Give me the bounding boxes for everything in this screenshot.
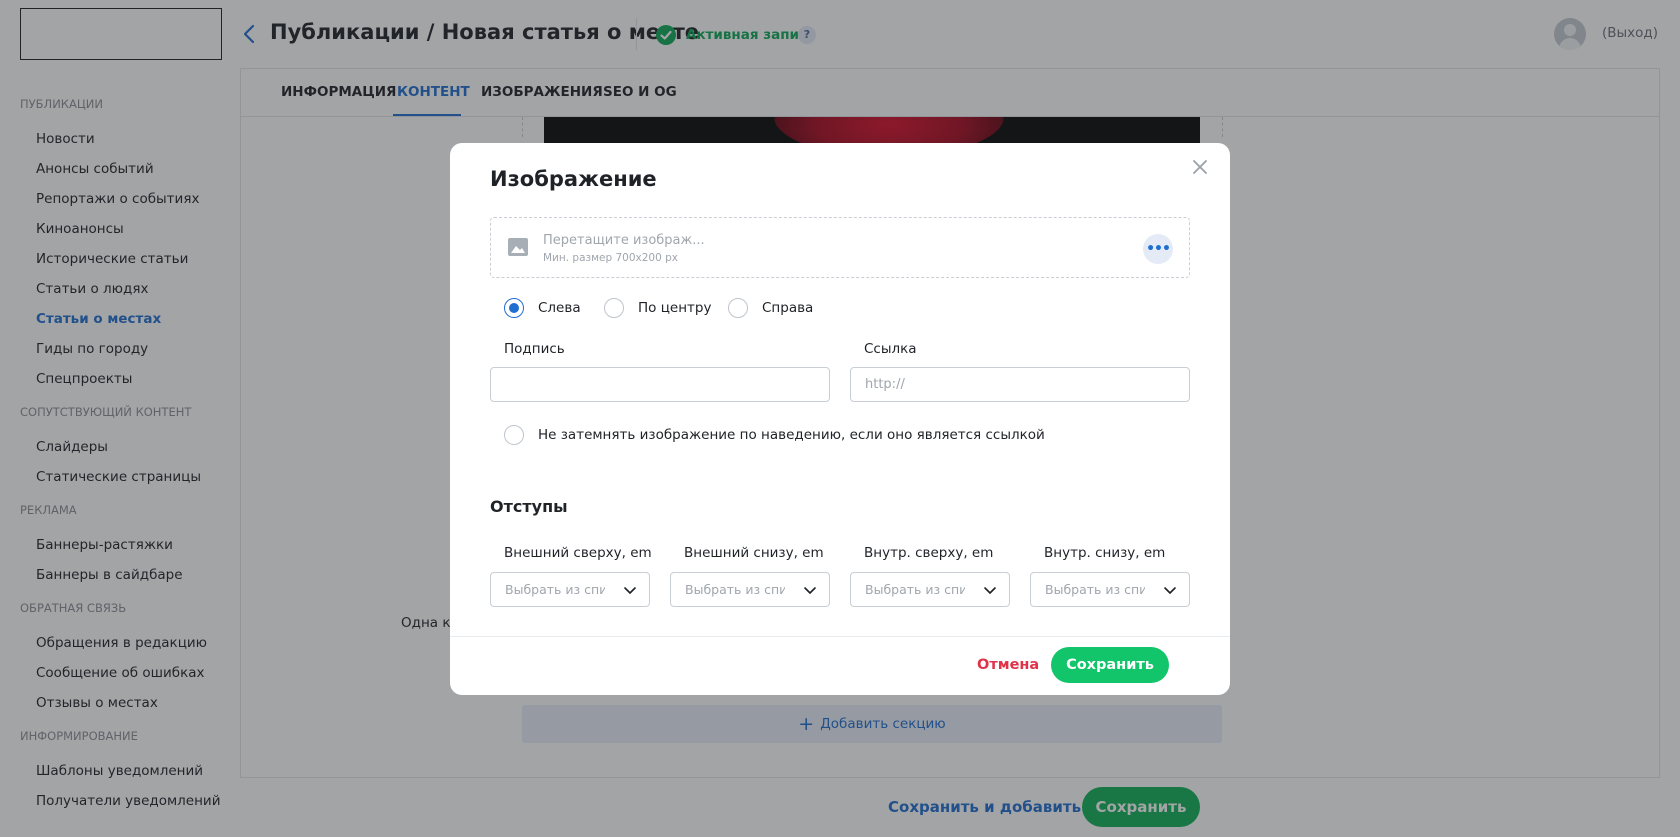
radio-circle — [604, 298, 624, 318]
chevron-down-icon — [624, 587, 636, 594]
chevron-down-icon — [1164, 587, 1176, 594]
select-placeholder: Выбрать из спи — [685, 582, 785, 597]
more-options-button[interactable]: ••• — [1143, 234, 1173, 264]
link-label: Ссылка — [864, 341, 917, 357]
caption-label: Подпись — [504, 341, 565, 357]
close-icon[interactable] — [1190, 157, 1210, 177]
margins-section-title: Отступы — [490, 497, 568, 516]
inner-bottom-label: Внутр. снизу, em — [1044, 545, 1166, 561]
radio-label: По центру — [638, 300, 712, 316]
select-placeholder: Выбрать из спи — [1045, 582, 1145, 597]
select-placeholder: Выбрать из спи — [505, 582, 605, 597]
outer-bottom-label: Внешний снизу, em — [684, 545, 824, 561]
chevron-down-icon — [984, 587, 996, 594]
dropzone-text: Перетащите изображ... — [543, 233, 705, 248]
image-modal: Изображение Перетащите изображ... Мин. р… — [450, 143, 1230, 695]
caption-input[interactable] — [490, 367, 830, 402]
image-dropzone[interactable]: Перетащите изображ... Мин. размер 700x20… — [490, 217, 1190, 278]
modal-title: Изображение — [490, 167, 657, 191]
radio-label: Слева — [538, 300, 581, 316]
modal-footer: Отмена Сохранить — [450, 636, 1230, 695]
cancel-button[interactable]: Отмена — [977, 657, 1039, 673]
checkbox-circle — [504, 425, 524, 445]
radio-label: Справа — [762, 300, 814, 316]
outer-top-select[interactable]: Выбрать из спи — [490, 572, 650, 607]
outer-bottom-select[interactable]: Выбрать из спи — [670, 572, 830, 607]
inner-top-label: Внутр. сверху, em — [864, 545, 994, 561]
image-icon — [508, 238, 528, 256]
inner-top-select[interactable]: Выбрать из спи — [850, 572, 1010, 607]
link-input[interactable] — [850, 367, 1190, 402]
chevron-down-icon — [804, 587, 816, 594]
no-dim-label: Не затемнять изображение по наведению, е… — [538, 427, 1045, 443]
select-placeholder: Выбрать из спи — [865, 582, 965, 597]
inner-bottom-select[interactable]: Выбрать из спи — [1030, 572, 1190, 607]
dropzone-hint: Мин. размер 700x200 px — [543, 252, 679, 264]
radio-circle-checked — [504, 298, 524, 318]
radio-circle — [728, 298, 748, 318]
outer-top-label: Внешний сверху, em — [504, 545, 652, 561]
modal-save-button[interactable]: Сохранить — [1051, 647, 1169, 683]
